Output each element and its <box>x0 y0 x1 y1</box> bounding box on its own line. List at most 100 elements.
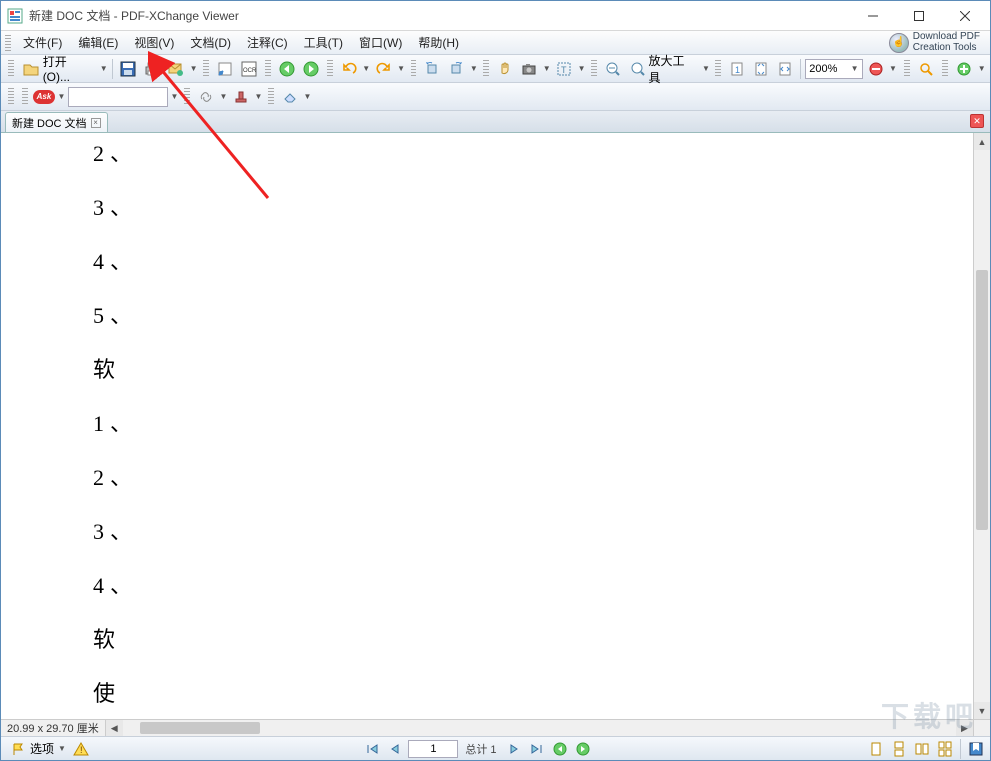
grip-icon[interactable] <box>483 60 489 78</box>
menu-window[interactable]: 窗口(W) <box>351 32 410 53</box>
document-page[interactable]: 2、3、4、5、软1、2、3、4、软使 <box>1 133 973 719</box>
grip-icon[interactable] <box>8 88 14 106</box>
zoom-out-minus-button[interactable] <box>865 58 887 80</box>
zoom-tool-dropdown[interactable]: ▼ <box>702 58 711 80</box>
search-input[interactable] <box>68 87 168 107</box>
scan-button[interactable] <box>214 58 236 80</box>
page-number-input[interactable] <box>408 740 458 758</box>
grip-icon[interactable] <box>5 35 11 51</box>
link-tool-button[interactable] <box>195 86 217 108</box>
scroll-down-icon[interactable]: ▼ <box>974 702 990 719</box>
scroll-up-icon[interactable]: ▲ <box>974 133 990 150</box>
ask-dropdown[interactable]: ▼ <box>57 86 66 108</box>
nav-forward-button[interactable] <box>573 739 593 759</box>
warning-icon[interactable]: ! <box>73 742 89 756</box>
menu-help[interactable]: 帮助(H) <box>410 32 467 53</box>
download-pdf-tools-button[interactable]: ☝ Download PDFCreation Tools <box>883 32 986 53</box>
scroll-left-icon[interactable]: ◀ <box>106 720 123 736</box>
open-button[interactable]: 打开(O)... <box>19 58 97 80</box>
actual-size-button[interactable]: 1 <box>726 58 748 80</box>
nav-back-button[interactable] <box>550 739 570 759</box>
ask-button[interactable]: Ask <box>33 86 55 108</box>
open-dropdown[interactable]: ▼ <box>99 58 108 80</box>
zoom-tool-button[interactable]: 放大工具 <box>626 58 700 80</box>
tab-close-icon[interactable]: × <box>91 118 101 128</box>
scroll-thumb[interactable] <box>976 270 988 530</box>
menu-tool[interactable]: 工具(T) <box>296 32 351 53</box>
grip-icon[interactable] <box>22 88 28 106</box>
grip-icon[interactable] <box>203 60 209 78</box>
zoom-in-plus-button[interactable] <box>953 58 975 80</box>
menu-comment[interactable]: 注释(C) <box>239 32 296 53</box>
grip-icon[interactable] <box>327 60 333 78</box>
vertical-scrollbar[interactable]: ▲ ▼ <box>973 133 990 719</box>
stamp-dropdown[interactable]: ▼ <box>254 86 263 108</box>
forward-button[interactable] <box>300 58 322 80</box>
rotate-ccw-button[interactable] <box>421 58 443 80</box>
snapshot-button[interactable] <box>518 58 540 80</box>
minimize-button[interactable] <box>850 2 896 30</box>
fit-page-button[interactable] <box>750 58 772 80</box>
grip-icon[interactable] <box>715 60 721 78</box>
grip-icon[interactable] <box>265 60 271 78</box>
options-button[interactable]: 选项 ▼ <box>8 740 70 757</box>
menu-edit[interactable]: 编辑(E) <box>70 32 126 53</box>
zoom-out-button[interactable] <box>602 58 624 80</box>
eraser-tool-button[interactable] <box>279 86 301 108</box>
grip-icon[interactable] <box>8 60 14 78</box>
grip-icon[interactable] <box>411 60 417 78</box>
last-page-button[interactable] <box>527 739 547 759</box>
undo-button[interactable] <box>338 58 360 80</box>
facing-continuous-button[interactable] <box>935 739 955 759</box>
hscroll-thumb[interactable] <box>140 722 260 734</box>
single-page-button[interactable] <box>866 739 886 759</box>
select-tool-button[interactable]: T <box>553 58 575 80</box>
document-tab[interactable]: 新建 DOC 文档 × <box>5 112 108 132</box>
prev-page-button[interactable] <box>385 739 405 759</box>
facing-button[interactable] <box>912 739 932 759</box>
find-button[interactable] <box>915 58 937 80</box>
first-page-button[interactable] <box>362 739 382 759</box>
grip-icon[interactable] <box>904 60 910 78</box>
maximize-button[interactable] <box>896 2 942 30</box>
scroll-right-icon[interactable]: ▶ <box>956 720 973 736</box>
print-button[interactable] <box>141 58 163 80</box>
email-dropdown[interactable]: ▼ <box>189 58 198 80</box>
continuous-button[interactable] <box>889 739 909 759</box>
menu-view[interactable]: 视图(V) <box>126 32 182 53</box>
close-button[interactable] <box>942 2 988 30</box>
ask-badge: Ask <box>33 90 55 104</box>
grip-icon[interactable] <box>184 88 190 106</box>
zoom-plus-dropdown[interactable]: ▼ <box>977 58 986 80</box>
snapshot-dropdown[interactable]: ▼ <box>542 58 551 80</box>
select-dropdown[interactable]: ▼ <box>577 58 586 80</box>
link-dropdown[interactable]: ▼ <box>219 86 228 108</box>
redo-dropdown[interactable]: ▼ <box>397 58 406 80</box>
hand-tool-button[interactable] <box>494 58 516 80</box>
eraser-dropdown[interactable]: ▼ <box>303 86 312 108</box>
bookmark-pane-button[interactable] <box>966 739 986 759</box>
menu-document[interactable]: 文档(D) <box>182 32 239 53</box>
grip-icon[interactable] <box>268 88 274 106</box>
undo-dropdown[interactable]: ▼ <box>362 58 371 80</box>
save-button[interactable] <box>117 58 139 80</box>
grip-icon[interactable] <box>942 60 948 78</box>
stamp-tool-button[interactable] <box>230 86 252 108</box>
email-button[interactable] <box>165 58 187 80</box>
search-dropdown[interactable]: ▼ <box>170 86 179 108</box>
flag-icon <box>12 742 26 756</box>
redo-button[interactable] <box>373 58 395 80</box>
menu-file[interactable]: 文件(F) <box>15 32 70 53</box>
next-page-button[interactable] <box>504 739 524 759</box>
zoom-minus-dropdown[interactable]: ▼ <box>889 58 898 80</box>
rotate-dropdown[interactable]: ▼ <box>469 58 478 80</box>
close-all-tabs-button[interactable]: ✕ <box>970 114 984 128</box>
grip-icon[interactable] <box>591 60 597 78</box>
hand-cursor-icon: ☝ <box>889 33 909 53</box>
zoom-combo[interactable]: 200% ▼ <box>805 59 862 79</box>
rotate-cw-button[interactable] <box>445 58 467 80</box>
back-button[interactable] <box>276 58 298 80</box>
ocr-button[interactable]: OCR <box>238 58 260 80</box>
fit-width-button[interactable] <box>774 58 796 80</box>
hscroll-track[interactable] <box>123 720 956 736</box>
